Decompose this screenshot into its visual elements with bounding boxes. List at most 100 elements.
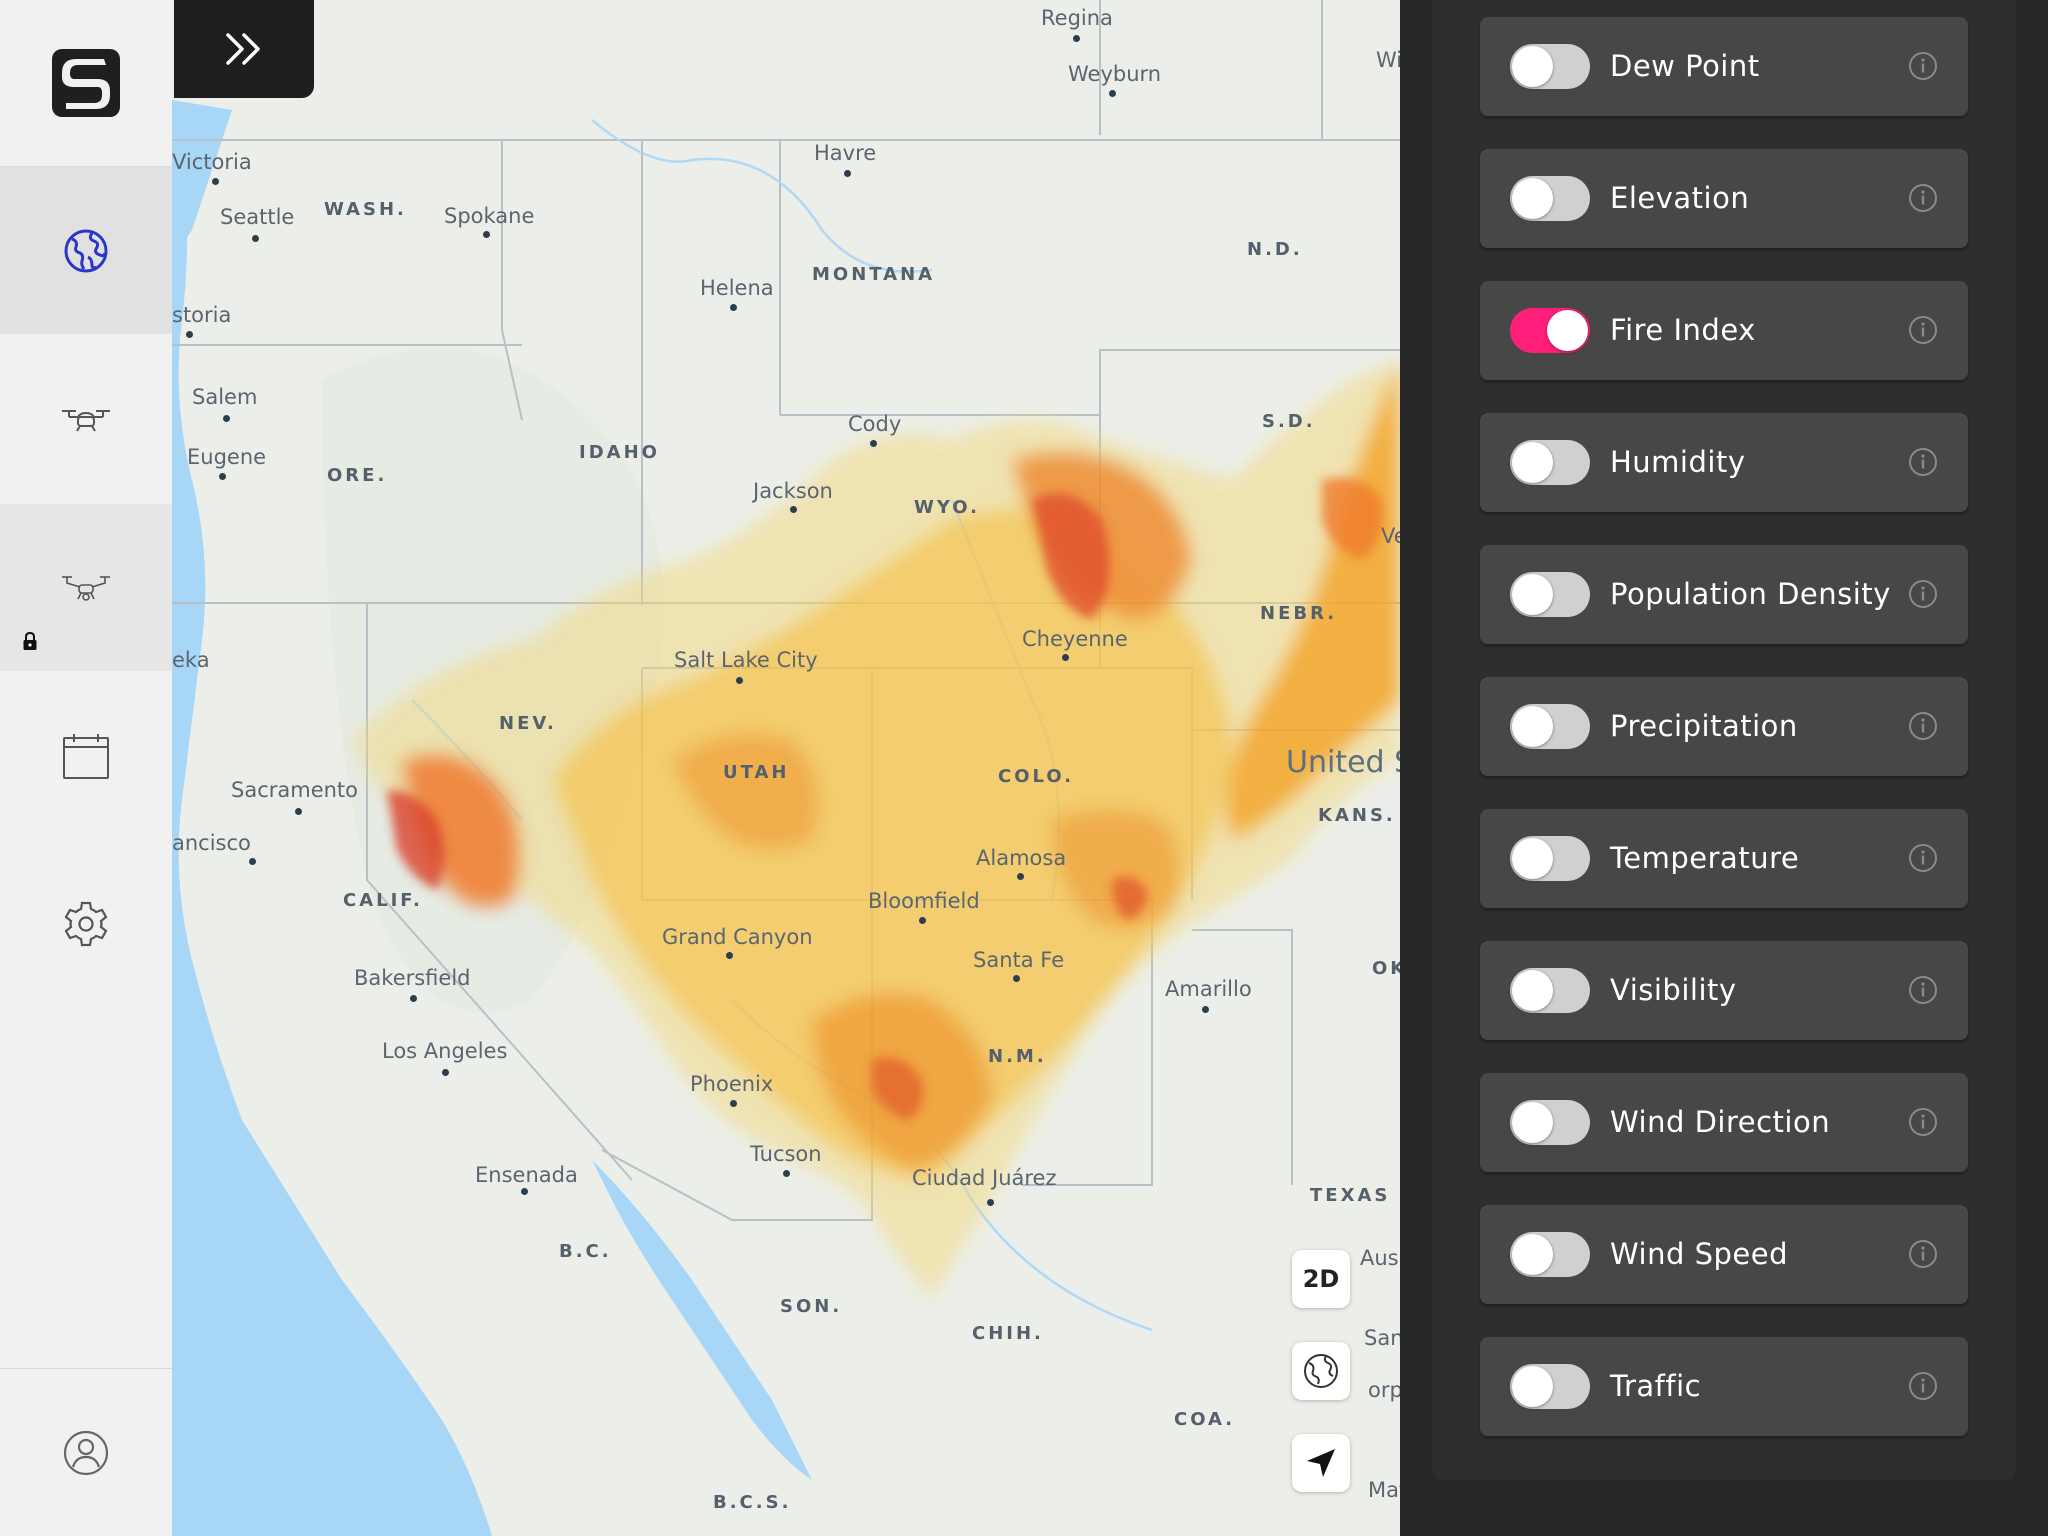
nav-logo[interactable] [0,0,172,167]
layer-toggle[interactable] [1510,572,1590,617]
map-region-texas: TEXAS [1310,1185,1391,1206]
map-city-dot [736,677,743,684]
layers-panel: Dew Point Elevation Fire Index Humidity Popu… [1400,0,2048,1536]
layers-list: Dew Point Elevation Fire Index Humidity Popu… [1432,0,2016,1480]
layer-label: Humidity [1610,445,1746,479]
info-icon[interactable] [1908,843,1938,873]
nav-account[interactable] [0,1368,172,1536]
map-city-dot [919,917,926,924]
map-city-dot [249,858,256,865]
nav-drone[interactable] [0,336,172,503]
map-region-bc: B.C. [559,1241,612,1262]
map-city-dot [783,1170,790,1177]
layer-toggle[interactable] [1510,1232,1590,1277]
layer-row-traffic[interactable]: Traffic [1480,1337,1968,1436]
map-city-victoria: Victoria [172,150,252,174]
layer-row-dew-point[interactable]: Dew Point [1480,17,1968,116]
layer-row-wind-direction[interactable]: Wind Direction [1480,1073,1968,1172]
map-city-dot [730,304,737,311]
info-icon[interactable] [1908,1239,1938,1269]
map-city-aus: Aus [1360,1246,1399,1270]
map-city-tucson: Tucson [750,1142,822,1166]
gear-icon [64,901,108,946]
locate-me-button[interactable] [1292,1434,1350,1492]
map-city-alamosa: Alamosa [976,846,1067,870]
map-city-seattle: Seattle [220,205,295,229]
layer-row-population-density[interactable]: Population Density [1480,545,1968,644]
info-icon[interactable] [1908,447,1938,477]
map-city-dot [726,952,733,959]
map-region-son: SON. [780,1296,843,1317]
layer-toggle[interactable] [1510,44,1590,89]
map-city-dot [870,440,877,447]
layer-toggle[interactable] [1510,176,1590,221]
map-city-cody: Cody [848,412,902,436]
map-city-dot [186,331,193,338]
drone-icon [62,409,110,432]
info-icon[interactable] [1908,1371,1938,1401]
map-city-salem: Salem [192,385,258,409]
layer-toggle[interactable] [1510,968,1590,1013]
map-city-dot [410,995,417,1002]
map-city-salt-lake-city: Salt Lake City [674,648,818,672]
info-icon[interactable] [1908,711,1938,741]
layer-row-wind-speed[interactable]: Wind Speed [1480,1205,1968,1304]
view-mode-2d-button[interactable]: 2D [1292,1250,1350,1308]
info-icon[interactable] [1908,975,1938,1005]
layer-row-elevation[interactable]: Elevation [1480,149,1968,248]
map-city-dot [1202,1006,1209,1013]
layer-label: Wind Direction [1610,1105,1831,1139]
map-city-eka: eka [172,648,210,672]
nav-schedule[interactable] [0,672,172,839]
map-city-ensenada: Ensenada [475,1163,578,1187]
layer-toggle[interactable] [1510,1100,1590,1145]
layer-row-humidity[interactable]: Humidity [1480,413,1968,512]
globe-icon [1304,1354,1338,1388]
map-city-dot [295,808,302,815]
map-region-utah: UTAH [723,762,790,783]
nav-settings[interactable] [0,840,172,1007]
map-region-bcs: B.C.S. [713,1492,792,1513]
info-icon[interactable] [1908,315,1938,345]
globe-view-button[interactable] [1292,1342,1350,1400]
map-city-bloomfield: Bloomfield [868,889,980,913]
map-city-dot [730,1100,737,1107]
user-icon [63,1430,109,1475]
map-city-dot [987,1199,994,1206]
map-city-wi: Wi [1376,48,1400,72]
map-city-bakersfield: Bakersfield [354,966,471,990]
layer-toggle[interactable] [1510,1364,1590,1409]
map-city-ancisco: ancisco [172,831,251,855]
layer-label: Population Density [1610,577,1891,611]
map-city-dot [483,231,490,238]
map-region-coa: COA. [1174,1409,1236,1430]
map-city-cheyenne: Cheyenne [1022,627,1128,651]
nav-drone-fleet[interactable] [0,504,172,671]
toggle-knob [1512,442,1553,483]
map-region-nd: N.D. [1247,239,1303,260]
map-city-san: San [1364,1326,1400,1350]
layer-row-precipitation[interactable]: Precipitation [1480,677,1968,776]
layer-toggle[interactable] [1510,836,1590,881]
layer-label: Wind Speed [1610,1237,1789,1271]
layer-toggle[interactable] [1510,308,1590,353]
map-region-colo: COLO. [998,766,1075,787]
layer-row-fire-index[interactable]: Fire Index [1480,281,1968,380]
expand-panel-button[interactable] [174,0,314,98]
layer-toggle[interactable] [1510,440,1590,485]
info-icon[interactable] [1908,1107,1938,1137]
map-city-storia: storia [172,303,232,327]
info-icon[interactable] [1908,51,1938,81]
toggle-knob [1512,970,1553,1011]
double-chevron-right-icon [226,33,260,65]
info-icon[interactable] [1908,579,1938,609]
toggle-knob [1547,310,1588,351]
nav-map[interactable] [0,167,172,334]
map-city-regina: Regina [1041,6,1113,30]
layer-row-temperature[interactable]: Temperature [1480,809,1968,908]
layer-row-visibility[interactable]: Visibility [1480,941,1968,1040]
map-view[interactable]: Regina Weyburn Havre Victoria Seattle Sp… [172,0,1400,1536]
layer-toggle[interactable] [1510,704,1590,749]
layer-label: Visibility [1610,973,1737,1007]
info-icon[interactable] [1908,183,1938,213]
